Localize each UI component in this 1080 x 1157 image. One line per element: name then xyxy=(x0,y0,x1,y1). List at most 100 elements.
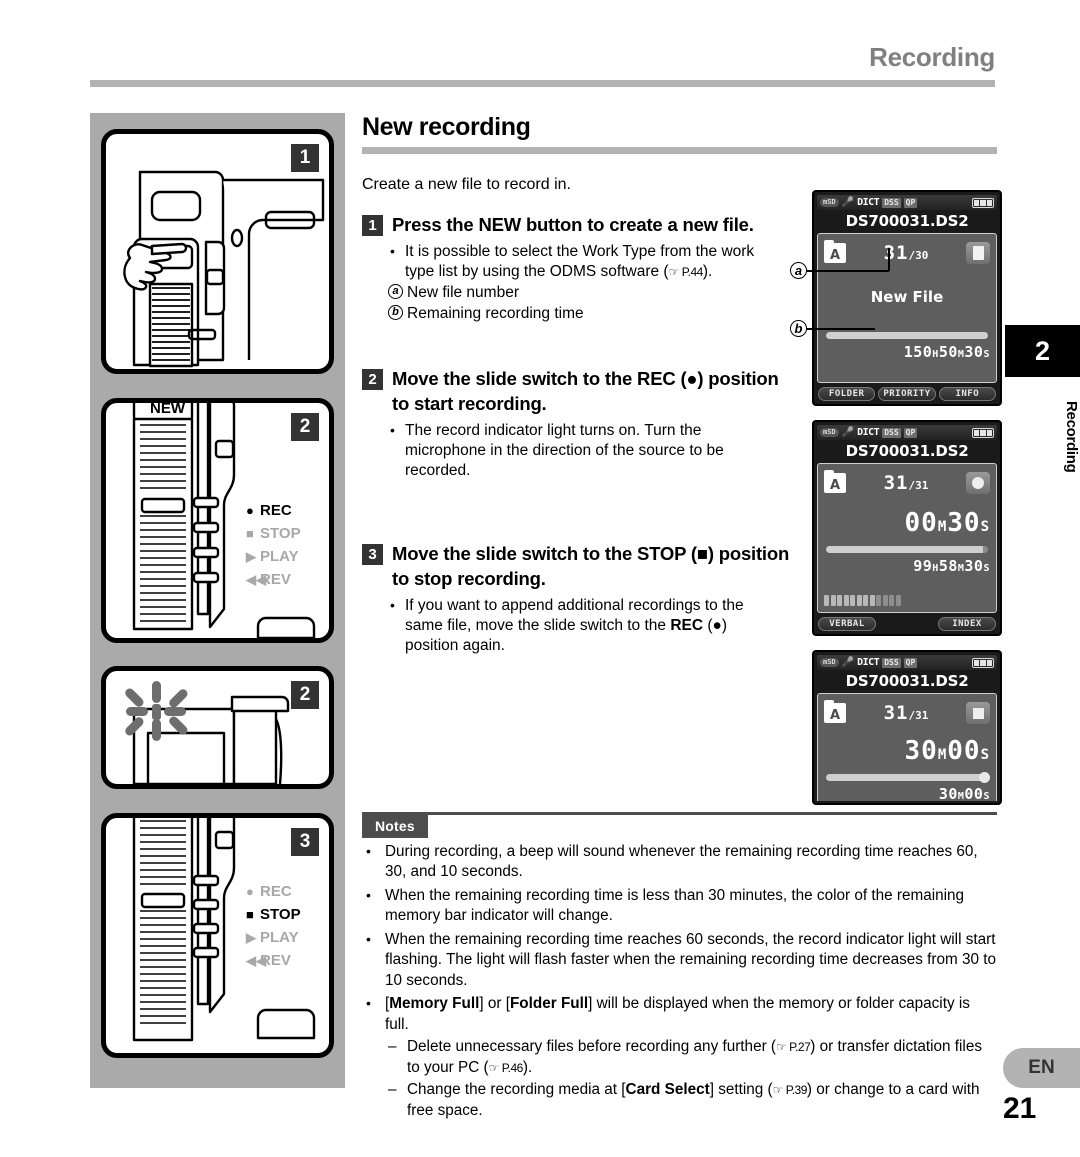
play-triangle-icon: ▶ xyxy=(246,549,256,564)
switch-option-rev: ◀◀REV xyxy=(246,949,301,972)
note-sub-item: Delete unnecessary files before recordin… xyxy=(362,1037,997,1078)
panel-step-badge: 2 xyxy=(291,413,319,441)
microphone-icon: 🎤 xyxy=(841,197,855,208)
elapsed-time: 00M30S xyxy=(904,508,990,538)
file-number: 31/31 xyxy=(883,472,929,494)
page-reference: ☞ P.27 xyxy=(776,1040,811,1054)
lcd-status-bar: mSD 🎤 DICT DSS QP xyxy=(817,655,997,670)
lcd-screen-new-file: mSD 🎤 DICT DSS QP DS700031.DS2 A 31/30 N… xyxy=(812,190,1002,406)
panel-step-badge: 3 xyxy=(291,828,319,856)
bullet-item: It is possible to select the Work Type f… xyxy=(388,241,782,282)
stop-icon xyxy=(966,702,990,724)
memory-bar-indicator xyxy=(826,546,988,553)
lcd-status-bar: mSD 🎤 DICT DSS QP xyxy=(817,195,997,210)
lcd-softkey-bar: FOLDER PRIORITY INFO xyxy=(817,387,997,401)
total-time: 30M00S xyxy=(938,785,990,803)
slide-switch-legend-stop: ● REC ■ STOP ▶ PLAY ◀◀REV xyxy=(246,880,301,972)
remaining-time: 99H58M30S xyxy=(913,557,990,575)
note-item-memory-full: [Memory Full] or [Folder Full] will be d… xyxy=(362,993,997,1035)
header-rule xyxy=(90,80,995,87)
callout-b-leader xyxy=(807,328,875,330)
callout-a-marker: a xyxy=(790,262,807,279)
slide-switch-legend-rec: ● REC ■ STOP ▶ PLAY ◀◀REV xyxy=(246,499,301,591)
bullet-item: The record indicator light turns on. Tur… xyxy=(388,420,782,481)
battery-icon xyxy=(972,427,994,438)
language-tab: EN xyxy=(1003,1048,1080,1088)
page-number: 21 xyxy=(1003,1092,1037,1125)
new-file-icon xyxy=(966,242,990,264)
rev-arrows-icon: ◀◀ xyxy=(246,953,266,968)
softkey-priority[interactable]: PRIORITY xyxy=(878,387,936,401)
step-bullets: If you want to append additional recordi… xyxy=(362,595,782,656)
rec-symbol: (●) xyxy=(680,368,704,389)
panel-step-badge: 2 xyxy=(291,681,319,709)
step-bullets: It is possible to select the Work Type f… xyxy=(362,241,782,324)
remaining-time: 150H50M30S xyxy=(903,343,990,361)
softkey-folder[interactable]: FOLDER xyxy=(818,387,876,401)
callout-b-marker: b xyxy=(388,305,403,320)
battery-icon xyxy=(972,657,994,668)
chapter-name-vertical: Recording xyxy=(1063,401,1080,473)
section-title: New recording xyxy=(362,113,531,141)
softkey-info[interactable]: INFO xyxy=(938,387,996,401)
rec-symbol: (●) xyxy=(707,617,728,634)
switch-option-play: ▶ PLAY xyxy=(246,545,301,568)
step-number: 3 xyxy=(362,544,383,565)
recording-level-meter xyxy=(824,595,990,606)
page-reference: ☞ P.44 xyxy=(668,265,704,279)
softkey-verbal[interactable]: VERBAL xyxy=(818,617,876,631)
play-triangle-icon: ▶ xyxy=(246,930,256,945)
elapsed-time: 30M00S xyxy=(904,736,990,766)
step-bullets: The record indicator light turns on. Tur… xyxy=(362,420,782,481)
header-title: Recording xyxy=(869,42,995,72)
switch-option-rec: ● REC xyxy=(246,499,301,522)
note-sub-item: Change the recording media at [Card Sele… xyxy=(362,1080,997,1121)
record-icon xyxy=(966,472,990,494)
microphone-icon: 🎤 xyxy=(841,427,855,438)
illustration-panel-2: 2 NEW ● REC ■ STOP ▶ PLAY ◀◀REV xyxy=(101,398,334,643)
note-item: When the remaining recording time reache… xyxy=(362,929,997,992)
rec-dot-icon: ● xyxy=(246,503,254,518)
lcd-body: A 31/31 30M00S 30M00S xyxy=(817,693,997,803)
quality-badge: QP xyxy=(903,427,918,438)
step-heading: Press the NEW button to create a new fil… xyxy=(392,214,754,235)
microphone-icon: 🎤 xyxy=(841,657,855,668)
lcd-screen-stopped: mSD 🎤 DICT DSS QP DS700031.DS2 A 31/31 3… xyxy=(812,650,1002,805)
note-item: During recording, a beep will sound when… xyxy=(362,841,997,883)
section-rule xyxy=(362,147,997,154)
step-number: 2 xyxy=(362,369,383,390)
lcd-filename: DS700031.DS2 xyxy=(845,672,969,690)
format-badge: DSS xyxy=(882,197,901,208)
stop-square-icon: ■ xyxy=(246,526,254,541)
stop-square-icon: ■ xyxy=(246,907,254,922)
position-knob xyxy=(979,772,990,783)
page-reference: ☞ P.46 xyxy=(488,1060,524,1075)
switch-option-rev: ◀◀REV xyxy=(246,568,301,591)
softkey-index[interactable]: INDEX xyxy=(938,617,996,631)
page-header: Recording xyxy=(90,42,995,90)
dict-mode-label: DICT xyxy=(857,427,880,438)
memory-bar-indicator xyxy=(826,332,988,339)
switch-option-play: ▶ PLAY xyxy=(246,926,301,949)
illustration-column: 1 2 NEW ● REC ■ STOP ▶ PLAY ◀◀REV 2 3 ● … xyxy=(90,113,345,1088)
notes-label: Notes xyxy=(362,814,428,838)
lcd-softkey-bar: VERBAL INDEX xyxy=(817,617,997,631)
callout-a-legend: a New file number xyxy=(388,282,782,303)
callout-b-legend: b Remaining recording time xyxy=(388,303,782,324)
switch-option-stop: ■ STOP xyxy=(246,903,301,926)
quality-badge: QP xyxy=(903,197,918,208)
folder-icon: A xyxy=(824,470,846,493)
note-item: When the remaining recording time is les… xyxy=(362,885,997,927)
microsd-icon: mSD xyxy=(820,198,839,207)
memory-bar-indicator xyxy=(826,772,990,783)
format-badge: DSS xyxy=(882,427,901,438)
dict-mode-label: DICT xyxy=(857,197,880,208)
file-number: 31/30 xyxy=(883,242,929,264)
file-number: 31/31 xyxy=(883,702,929,724)
folder-icon: A xyxy=(824,700,846,723)
dict-mode-label: DICT xyxy=(857,657,880,668)
microsd-icon: mSD xyxy=(820,658,839,667)
lcd-center-label: New File xyxy=(870,288,944,306)
chapter-tab: 2 xyxy=(1005,325,1080,377)
panel-step-badge: 1 xyxy=(291,144,319,172)
